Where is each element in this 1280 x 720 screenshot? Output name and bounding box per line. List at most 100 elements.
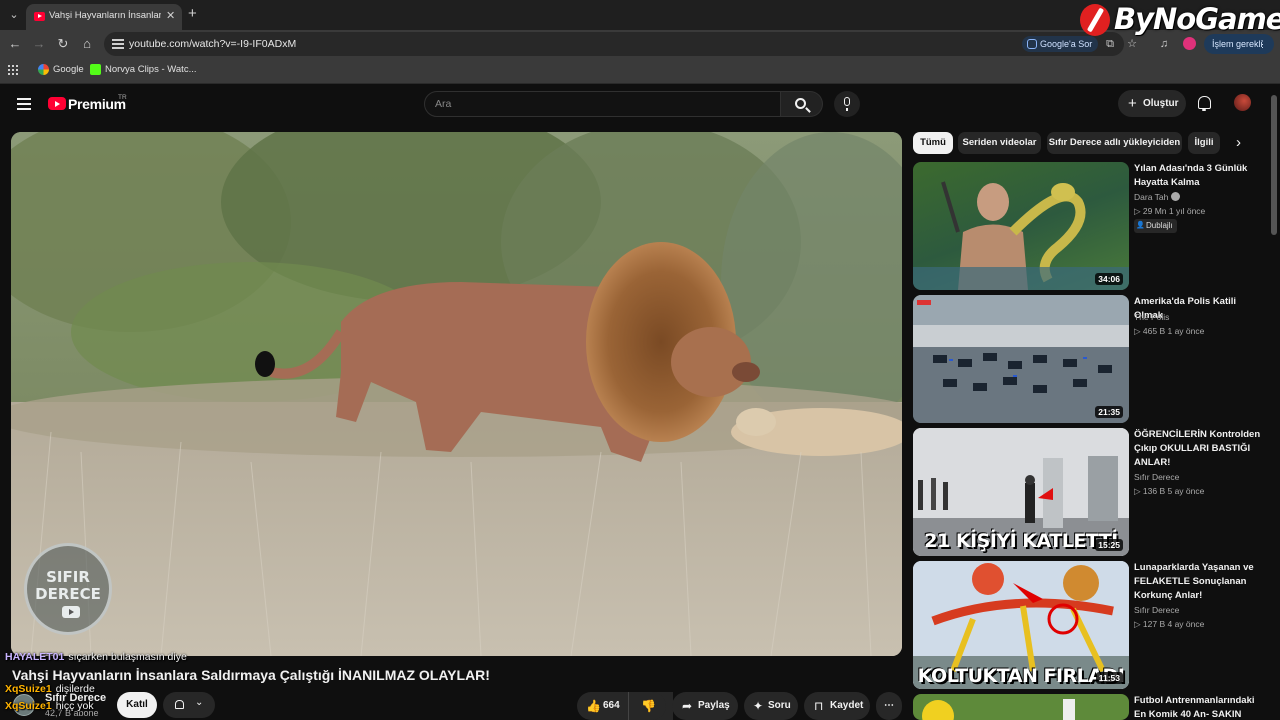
voice-search-button[interactable] xyxy=(834,91,860,117)
video-thumbnail[interactable]: KOLTUKTAN FIRLADI 11:53 xyxy=(913,561,1129,689)
account-avatar[interactable] xyxy=(1234,94,1251,111)
chat-message: XqSuize1 dişilerde xyxy=(5,683,95,695)
video-thumbnail[interactable]: 21 KİŞİYİ KATLETTİ 15:25 xyxy=(913,428,1129,556)
search-placeholder: Ara xyxy=(435,98,452,110)
video-thumbnail[interactable]: 34:06 xyxy=(913,162,1129,290)
channel-logo-text: SIFIR DERECE xyxy=(35,568,101,603)
video-title[interactable]: ÖĞRENCİLERİN Kontrolden Çıkıp OKULLARI B… xyxy=(1134,428,1266,470)
site-info-icon[interactable] xyxy=(112,37,124,51)
thumbs-down-icon: 👎 xyxy=(641,699,656,713)
thumbs-up-icon: 👍 xyxy=(586,699,601,713)
share-button[interactable]: ➦ Paylaş xyxy=(672,692,738,720)
home-icon[interactable]: ⌂ xyxy=(78,35,96,53)
create-label: Oluştur xyxy=(1143,98,1179,109)
channel-name[interactable]: The Polis xyxy=(1134,312,1169,322)
subscription-notification-button[interactable]: ⌄ xyxy=(163,692,215,718)
create-button[interactable]: + Oluştur xyxy=(1118,90,1186,117)
meta-text: 465 B 1 ay önce xyxy=(1142,326,1205,336)
channel-name[interactable]: Sıfır Derece xyxy=(1134,605,1179,615)
bookmarks-bar: Google Norvya Clips - Watc... xyxy=(0,58,1280,84)
chip-uploader[interactable]: Sıfır Derece adlı yükleyiciden xyxy=(1047,132,1182,154)
video-meta: ▷ 136 B 5 ay önce xyxy=(1134,486,1204,497)
video-meta: ▷ 29 Mn 1 yıl önce xyxy=(1134,206,1205,217)
join-button[interactable]: Katıl xyxy=(117,692,157,718)
more-icon: ⋯ xyxy=(884,700,894,711)
scrollbar[interactable] xyxy=(1271,90,1277,720)
chip-series[interactable]: Seriden videolar xyxy=(958,132,1041,154)
youtube-favicon-icon xyxy=(34,12,45,21)
bynogame-logo-icon xyxy=(1080,4,1110,36)
address-bar[interactable]: youtube.com/watch?v=-I9-IF0ADxM Google'a… xyxy=(104,32,1124,56)
recommended-video[interactable]: KOLTUKTAN FIRLADI 11:53 Lunaparklarda Ya… xyxy=(913,561,1269,689)
channel-name[interactable]: Sıfır Derece xyxy=(1134,472,1179,482)
play-icon xyxy=(62,606,80,618)
video-duration: 34:06 xyxy=(1095,273,1123,285)
meta-text: 136 B 5 ay önce xyxy=(1142,486,1205,496)
recommended-video[interactable]: 34:06 Yılan Adası'nda 3 Günlük Hayatta K… xyxy=(913,162,1269,290)
chevron-right-icon[interactable]: › xyxy=(1236,134,1241,151)
recommended-video[interactable]: 21:35 Amerika'da Polis Katili Olmak The … xyxy=(913,295,1269,423)
tab-search-icon[interactable]: ⌄ xyxy=(5,6,23,24)
channel-label: Dara Tah xyxy=(1134,192,1169,202)
dislike-button[interactable]: 👎 xyxy=(628,692,666,720)
chat-message: XqSuize1 hiçç yok xyxy=(5,700,94,712)
chat-text: dişilerde xyxy=(55,683,95,695)
chat-user: XqSuize1 xyxy=(5,683,52,695)
video-meta: ▷ 127 B 4 ay önce xyxy=(1134,619,1204,630)
hamburger-menu-icon[interactable] xyxy=(17,98,31,110)
notifications-bell-icon[interactable] xyxy=(1198,96,1211,111)
thumbnail-image xyxy=(913,295,1129,423)
ask-button[interactable]: ✦ Soru xyxy=(744,692,798,720)
video-meta: ▷ 465 B 1 ay önce xyxy=(1134,326,1204,337)
video-title[interactable]: Futbol Antrenmanlarındaki En Komik 40 An… xyxy=(1134,694,1266,720)
chip-related[interactable]: İlgili xyxy=(1188,132,1220,154)
dubbed-badge: Dublajlı xyxy=(1134,219,1177,233)
scrollbar-thumb[interactable] xyxy=(1271,95,1277,235)
bookmark-google[interactable]: Google xyxy=(53,64,84,75)
chat-text: hiçç yok xyxy=(55,700,94,712)
close-tab-icon[interactable]: ✕ xyxy=(166,9,175,22)
play-count-icon: ▷ xyxy=(1134,486,1143,496)
youtube-logo-icon[interactable] xyxy=(48,97,66,110)
apps-grid-icon[interactable] xyxy=(8,65,18,75)
like-count: 664 xyxy=(603,700,620,711)
video-thumbnail[interactable] xyxy=(913,694,1129,720)
video-title[interactable]: Yılan Adası'nda 3 Günlük Hayatta Kalma xyxy=(1134,162,1266,190)
video-title[interactable]: Lunaparklarda Yaşanan ve FELAKETLE Sonuç… xyxy=(1134,561,1266,603)
channel-watermark-logo: SIFIR DERECE xyxy=(24,543,112,635)
reload-icon[interactable]: ↻ xyxy=(54,35,72,53)
video-thumbnail[interactable]: 21:35 xyxy=(913,295,1129,423)
search-input[interactable]: Ara xyxy=(424,91,781,117)
url-text[interactable]: youtube.com/watch?v=-I9-IF0ADxM xyxy=(129,38,296,50)
video-player[interactable]: SIFIR DERECE xyxy=(11,132,902,656)
chat-user: HAYALET01 xyxy=(5,651,65,663)
video-frame xyxy=(11,132,902,656)
recommended-video[interactable]: Futbol Antrenmanlarındaki En Komik 40 An… xyxy=(913,694,1269,720)
search-icon xyxy=(795,98,806,109)
bell-icon xyxy=(175,700,184,709)
new-tab-icon[interactable]: + xyxy=(188,5,197,22)
thumbnail-image xyxy=(913,181,1129,290)
tab-title: Vahşi Hayvanların İnsanlara Saldırmaya xyxy=(49,10,161,21)
channel-name[interactable]: Dara Tah xyxy=(1134,192,1181,202)
forward-icon[interactable]: → xyxy=(30,35,48,53)
youtube-header: Premium TR Ara + Oluştur xyxy=(0,85,1270,125)
more-actions-button[interactable]: ⋯ xyxy=(876,692,902,720)
save-label: Kaydet xyxy=(830,700,864,711)
recommended-video[interactable]: 21 KİŞİYİ KATLETTİ 15:25 ÖĞRENCİLERİN Ko… xyxy=(913,428,1269,556)
plus-icon: + xyxy=(1128,95,1137,112)
verified-icon xyxy=(1171,192,1181,201)
browser-tab[interactable]: Vahşi Hayvanların İnsanlara Saldırmaya ✕ xyxy=(26,4,182,30)
search-button[interactable] xyxy=(781,91,823,117)
back-icon[interactable]: ← xyxy=(6,35,24,53)
save-button[interactable]: ⊓ Kaydet xyxy=(804,692,870,720)
kick-icon xyxy=(90,64,101,75)
chevron-down-icon: ⌄ xyxy=(195,697,204,708)
play-count-icon: ▷ xyxy=(1134,206,1143,216)
chip-all[interactable]: Tümü xyxy=(913,132,953,154)
chat-user: XqSuize1 xyxy=(5,700,52,712)
share-label: Paylaş xyxy=(698,700,730,711)
video-title: Vahşi Hayvanların İnsanlara Saldırmaya Ç… xyxy=(12,667,490,683)
bookmark-norvya[interactable]: Norvya Clips - Watc... xyxy=(105,64,197,75)
lens-icon xyxy=(1027,39,1037,49)
